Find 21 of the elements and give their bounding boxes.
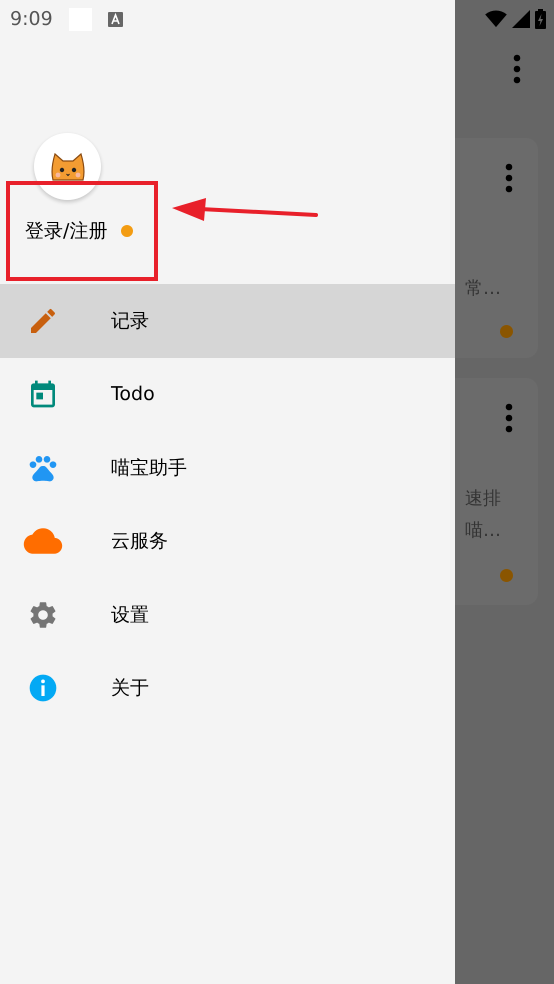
status-time: 9:09 xyxy=(10,6,53,32)
battery-charging-icon xyxy=(535,9,546,29)
avatar[interactable] xyxy=(34,133,101,200)
menu-item[interactable]: Todo xyxy=(0,358,455,431)
menu-item[interactable]: 记录 xyxy=(0,284,455,358)
login-register-link[interactable]: 登录/注册 xyxy=(25,216,108,246)
note-preview-text: 喵… xyxy=(465,519,501,543)
menu-item[interactable]: 喵宝助手 xyxy=(0,431,455,504)
note-preview-text: 速排 xyxy=(465,487,501,511)
signal-icon xyxy=(512,10,530,28)
keyboard-a-icon xyxy=(108,12,123,26)
cat-face-icon xyxy=(50,152,86,182)
more-options-icon[interactable] xyxy=(513,54,521,84)
wifi-icon xyxy=(485,10,507,28)
more-options-icon[interactable] xyxy=(505,163,513,193)
more-options-icon[interactable] xyxy=(505,403,513,433)
menu-item[interactable]: 云服务 xyxy=(0,504,455,578)
menu-item[interactable]: 关于 xyxy=(0,652,455,725)
menu-item[interactable]: 设置 xyxy=(0,578,455,652)
note-preview-text: 常… xyxy=(465,277,501,301)
info-icon xyxy=(27,672,59,704)
